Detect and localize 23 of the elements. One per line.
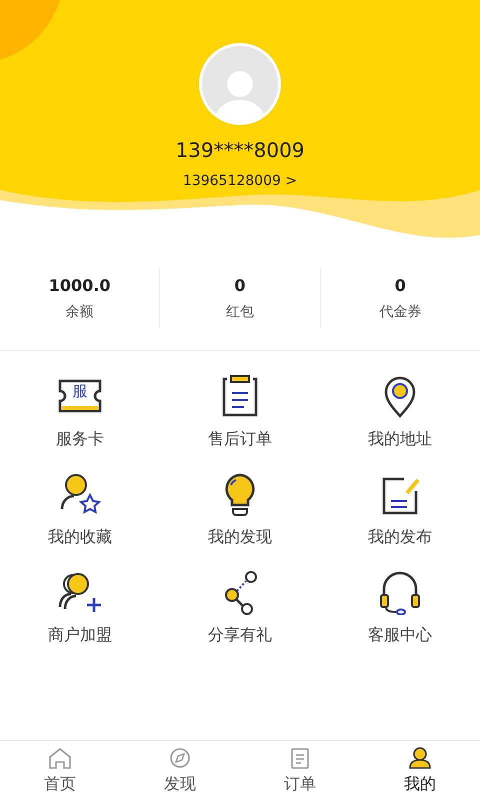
menu-label[interactable]: 售后订单 xyxy=(208,427,272,451)
stat-label: 代金券 xyxy=(379,302,422,322)
menu-label[interactable]: 我的发布 xyxy=(368,525,432,549)
stat-value: 0 xyxy=(234,274,246,296)
tab[interactable]: 订单 xyxy=(240,741,360,800)
stat-value: 0 xyxy=(394,274,406,296)
tab[interactable]: 发现 xyxy=(120,741,240,800)
stat-label: 余额 xyxy=(66,302,94,322)
tab[interactable]: 我的 xyxy=(360,741,480,800)
tab[interactable]: 首页 xyxy=(0,741,120,800)
account-link[interactable]: 13965128009 > xyxy=(182,171,298,192)
home-icon xyxy=(46,746,74,770)
phone-number: 139****8009 xyxy=(175,137,305,164)
user-icon xyxy=(406,746,434,770)
menu-label[interactable]: 我的收藏 xyxy=(48,525,112,549)
menu-label[interactable]: 我的地址 xyxy=(368,427,432,451)
menu-label[interactable]: 商户加盟 xyxy=(48,623,112,647)
menu-label[interactable]: 我的发现 xyxy=(208,525,272,549)
stat-label: 红包 xyxy=(226,302,254,322)
stat-value: 1000.0 xyxy=(48,274,111,296)
menu-label[interactable]: 分享有礼 xyxy=(208,623,272,647)
menu-label[interactable]: 客服中心 xyxy=(368,623,432,647)
menu-label[interactable]: 服务卡 xyxy=(56,427,104,451)
